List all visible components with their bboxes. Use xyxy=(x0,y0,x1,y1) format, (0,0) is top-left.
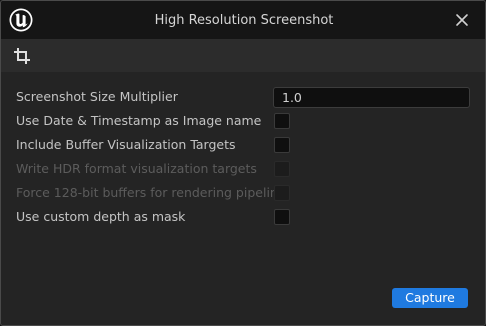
write-hdr-label: Write HDR format visualization targets xyxy=(16,161,257,176)
row-date-timestamp: Use Date & Timestamp as Image name xyxy=(16,111,476,131)
size-multiplier-input[interactable] xyxy=(273,87,470,108)
row-buffer-visualization: Include Buffer Visualization Targets xyxy=(16,135,476,155)
crop-icon[interactable] xyxy=(13,47,31,65)
close-icon[interactable] xyxy=(454,12,470,28)
force-128bit-checkbox xyxy=(274,185,290,201)
date-timestamp-label: Use Date & Timestamp as Image name xyxy=(16,113,262,128)
row-custom-depth: Use custom depth as mask xyxy=(16,207,476,227)
window-title: High Resolution Screenshot xyxy=(154,13,334,28)
size-multiplier-label: Screenshot Size Multiplier xyxy=(16,89,178,104)
row-force-128bit: Force 128-bit buffers for rendering pipe… xyxy=(16,183,476,203)
settings-panel: Screenshot Size Multiplier Use Date & Ti… xyxy=(1,72,485,325)
title-bar: High Resolution Screenshot xyxy=(1,1,485,39)
row-write-hdr: Write HDR format visualization targets xyxy=(16,159,476,179)
capture-button[interactable]: Capture xyxy=(392,288,468,308)
screenshot-dialog: High Resolution Screenshot Screenshot Si… xyxy=(0,0,486,326)
row-size-multiplier: Screenshot Size Multiplier xyxy=(16,87,476,108)
force-128bit-label: Force 128-bit buffers for rendering pipe… xyxy=(16,185,286,200)
date-timestamp-checkbox[interactable] xyxy=(274,113,290,129)
write-hdr-checkbox xyxy=(274,161,290,177)
buffer-visualization-label: Include Buffer Visualization Targets xyxy=(16,137,236,152)
toolbar xyxy=(1,39,485,72)
custom-depth-label: Use custom depth as mask xyxy=(16,209,186,224)
custom-depth-checkbox[interactable] xyxy=(274,209,290,225)
buffer-visualization-checkbox[interactable] xyxy=(274,137,290,153)
